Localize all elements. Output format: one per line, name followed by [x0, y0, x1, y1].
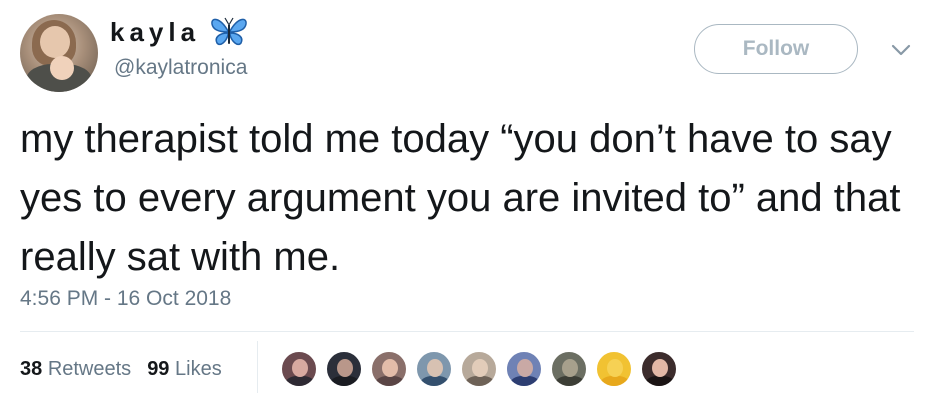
- butterfly-emoji-icon: [211, 17, 247, 46]
- liker-avatar-body: [510, 376, 540, 386]
- liker-avatar-4[interactable]: [415, 350, 453, 388]
- retweets-count: 38: [20, 358, 43, 380]
- liker-avatar-7[interactable]: [550, 350, 588, 388]
- liker-avatar-body: [600, 376, 630, 386]
- tweet-timestamp[interactable]: 4:56 PM - 16 Oct 2018: [20, 287, 231, 311]
- liker-avatar-1[interactable]: [280, 350, 318, 388]
- user-handle[interactable]: @kaylatronica: [114, 56, 247, 80]
- liker-avatar-face: [427, 359, 443, 377]
- liker-avatar-face: [337, 359, 353, 377]
- liker-avatar-face: [607, 359, 623, 377]
- likes-label: Likes: [175, 358, 222, 380]
- liker-avatar-body: [555, 376, 585, 386]
- stats-divider: [257, 341, 258, 393]
- liker-avatar-8[interactable]: [595, 350, 633, 388]
- display-name[interactable]: kayla: [110, 17, 200, 48]
- likes-stat[interactable]: 99 Likes: [147, 358, 222, 381]
- avatar-face: [40, 26, 70, 58]
- liker-avatar-body: [420, 376, 450, 386]
- liker-avatar-body: [330, 376, 360, 386]
- follow-button[interactable]: Follow: [694, 24, 858, 74]
- chevron-down-icon[interactable]: [888, 40, 914, 60]
- liker-avatar-3[interactable]: [370, 350, 408, 388]
- liker-avatar-face: [517, 359, 533, 377]
- tweet-text: my therapist told me today “you don’t ha…: [20, 117, 912, 279]
- liker-avatar-face: [562, 359, 578, 377]
- liker-avatar-5[interactable]: [460, 350, 498, 388]
- display-name-row[interactable]: kayla: [110, 16, 248, 48]
- liker-avatars: [280, 350, 685, 388]
- liker-avatar-2[interactable]: [325, 350, 363, 388]
- avatar-baby-face: [50, 56, 74, 80]
- liker-avatar-face: [472, 359, 488, 377]
- liker-avatar-body: [465, 376, 495, 386]
- liker-avatar-face: [382, 359, 398, 377]
- retweets-label: Retweets: [47, 358, 132, 380]
- liker-avatar-face: [652, 359, 668, 377]
- profile-avatar[interactable]: [20, 14, 98, 92]
- liker-avatar-6[interactable]: [505, 350, 543, 388]
- liker-avatar-body: [645, 376, 675, 386]
- liker-avatar-body: [375, 376, 405, 386]
- liker-avatar-9[interactable]: [640, 350, 678, 388]
- retweets-stat[interactable]: 38 Retweets: [20, 358, 131, 381]
- tweet-stats: 38 Retweets 99 Likes: [20, 358, 222, 381]
- divider: [20, 331, 914, 332]
- likes-count: 99: [147, 358, 170, 380]
- liker-avatar-body: [285, 376, 315, 386]
- liker-avatar-face: [292, 359, 308, 377]
